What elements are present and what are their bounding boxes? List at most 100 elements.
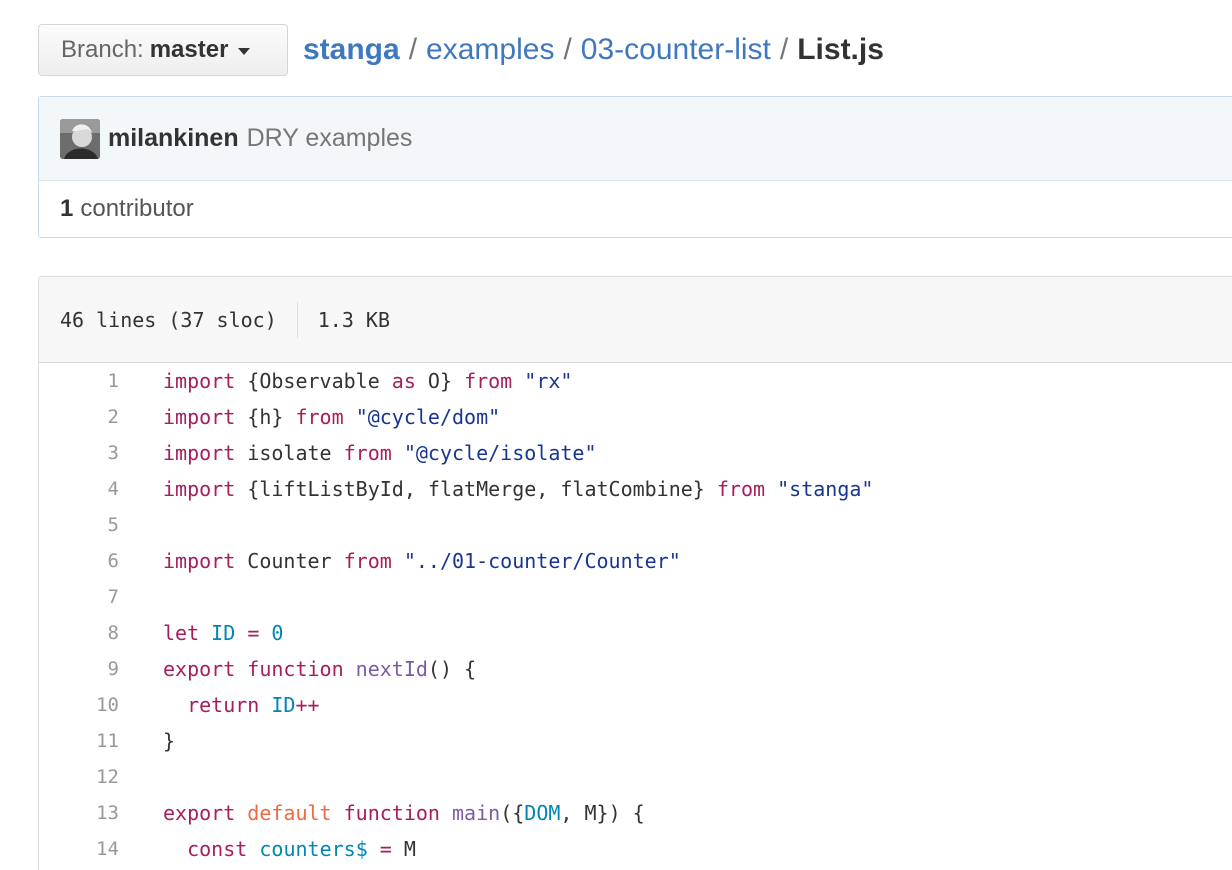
code-text: const counters$ = M <box>163 837 416 861</box>
code-line: 2 import {h} from "@cycle/dom" <box>39 399 1232 435</box>
file-size: 1.3 KB <box>317 307 390 332</box>
code-token: import <box>163 477 236 501</box>
file-viewer: 46 lines (37 sloc) 1.3 KB 1 import {Obser… <box>38 276 1232 870</box>
line-number[interactable]: 6 <box>39 550 121 572</box>
code-line: 5 <box>39 507 1232 543</box>
code-token: const <box>187 837 248 861</box>
line-number[interactable]: 2 <box>39 406 121 428</box>
line-number[interactable]: 8 <box>39 622 121 644</box>
code-token: function <box>343 801 440 825</box>
contributors-summary[interactable]: 1 contributor <box>39 181 1232 237</box>
code-token: {liftListById, flatMerge, flatCombine} <box>235 477 717 501</box>
code-text: let ID = 0 <box>163 621 283 645</box>
branch-label: Branch: <box>61 36 144 63</box>
code-text: export function nextId() { <box>163 657 476 681</box>
line-number[interactable]: 7 <box>39 586 121 608</box>
commit-info-box: milankinen DRY examples 1 contributor <box>38 96 1232 238</box>
code-text: } <box>163 729 175 753</box>
code-token: counters$ <box>259 837 368 861</box>
code-text: import {Observable as O} from "rx" <box>163 369 572 393</box>
code-token: ID <box>211 621 236 645</box>
code-token: {Observable <box>235 369 392 393</box>
code-token: ++ <box>295 693 320 717</box>
code-token: ID <box>271 693 296 717</box>
code-token: export <box>163 801 236 825</box>
code-text: export default function main({DOM, M}) { <box>163 801 645 825</box>
code-token: "@cycle/dom" <box>355 405 501 429</box>
code-token: } <box>163 729 176 753</box>
code-token: = <box>247 621 260 645</box>
caret-down-icon <box>238 48 251 55</box>
code-token: ({ <box>500 801 525 825</box>
code-line: 12 <box>39 759 1232 795</box>
code-line: 11} <box>39 723 1232 759</box>
code-listing: 1 import {Observable as O} from "rx" 2 impo… <box>39 363 1232 867</box>
line-number[interactable]: 12 <box>39 766 121 788</box>
line-number[interactable]: 5 <box>39 514 121 536</box>
breadcrumb-separator: / <box>779 33 789 66</box>
code-token: as <box>391 369 416 393</box>
commit-author-link[interactable]: milankinen <box>108 124 239 153</box>
line-number[interactable]: 1 <box>39 370 121 392</box>
line-number[interactable]: 10 <box>39 694 121 716</box>
code-token: return <box>187 693 260 717</box>
code-token: let <box>163 621 200 645</box>
avatar[interactable] <box>60 118 100 159</box>
code-line: 4 import {liftListById, flatMerge, flatCo… <box>39 471 1232 507</box>
code-token: from <box>343 549 392 573</box>
breadcrumb: stanga / examples / 03-counter-list / Li… <box>303 28 884 72</box>
code-token: import <box>163 369 236 393</box>
breadcrumb-folder-examples-link[interactable]: examples <box>426 33 554 67</box>
code-token: isolate <box>235 441 344 465</box>
code-token: function <box>247 657 344 681</box>
line-number[interactable]: 3 <box>39 442 121 464</box>
code-line: 8 let ID = 0 <box>39 615 1232 651</box>
branch-select-button[interactable]: Branch: master <box>38 24 288 76</box>
contributors-label: contributor <box>80 195 194 222</box>
code-token: from <box>464 369 513 393</box>
code-text: import isolate from "@cycle/isolate" <box>163 441 597 465</box>
code-line: 13 export default function main({DOM, M})… <box>39 795 1232 831</box>
line-number[interactable]: 13 <box>39 802 121 824</box>
code-line: 10 return ID++ <box>39 687 1232 723</box>
code-text: import {liftListById, flatMerge, flatCom… <box>163 477 873 501</box>
code-token: "@cycle/isolate" <box>403 441 597 465</box>
latest-commit: milankinen DRY examples <box>39 97 1232 181</box>
line-number[interactable]: 14 <box>39 838 121 860</box>
line-number[interactable]: 11 <box>39 730 121 752</box>
code-line: 9 export function nextId() { <box>39 651 1232 687</box>
line-number[interactable]: 9 <box>39 658 121 680</box>
breadcrumb-repo-link[interactable]: stanga <box>303 33 400 67</box>
breadcrumb-folder-counter-list-link[interactable]: 03-counter-list <box>581 33 771 67</box>
code-line: 3 import isolate from "@cycle/isolate" <box>39 435 1232 471</box>
branch-value: master <box>149 36 229 63</box>
line-number[interactable]: 4 <box>39 478 121 500</box>
code-line: 7 <box>39 579 1232 615</box>
breadcrumb-separator: / <box>563 33 572 66</box>
code-token: nextId <box>355 657 428 681</box>
breadcrumb-file-name: List.js <box>797 33 884 66</box>
code-line: 14 const counters$ = M <box>39 831 1232 867</box>
code-text: return ID++ <box>163 693 320 717</box>
code-token: = <box>379 837 392 861</box>
code-token: () { <box>427 657 477 681</box>
code-token: default <box>247 801 332 825</box>
commit-message-link[interactable]: DRY examples <box>247 124 413 153</box>
code-token: 0 <box>271 621 284 645</box>
code-token: "../01-counter/Counter" <box>403 549 681 573</box>
code-token: from <box>295 405 344 429</box>
code-token: O} <box>415 369 465 393</box>
code-token: DOM <box>524 801 561 825</box>
code-token: , M}) { <box>560 801 645 825</box>
